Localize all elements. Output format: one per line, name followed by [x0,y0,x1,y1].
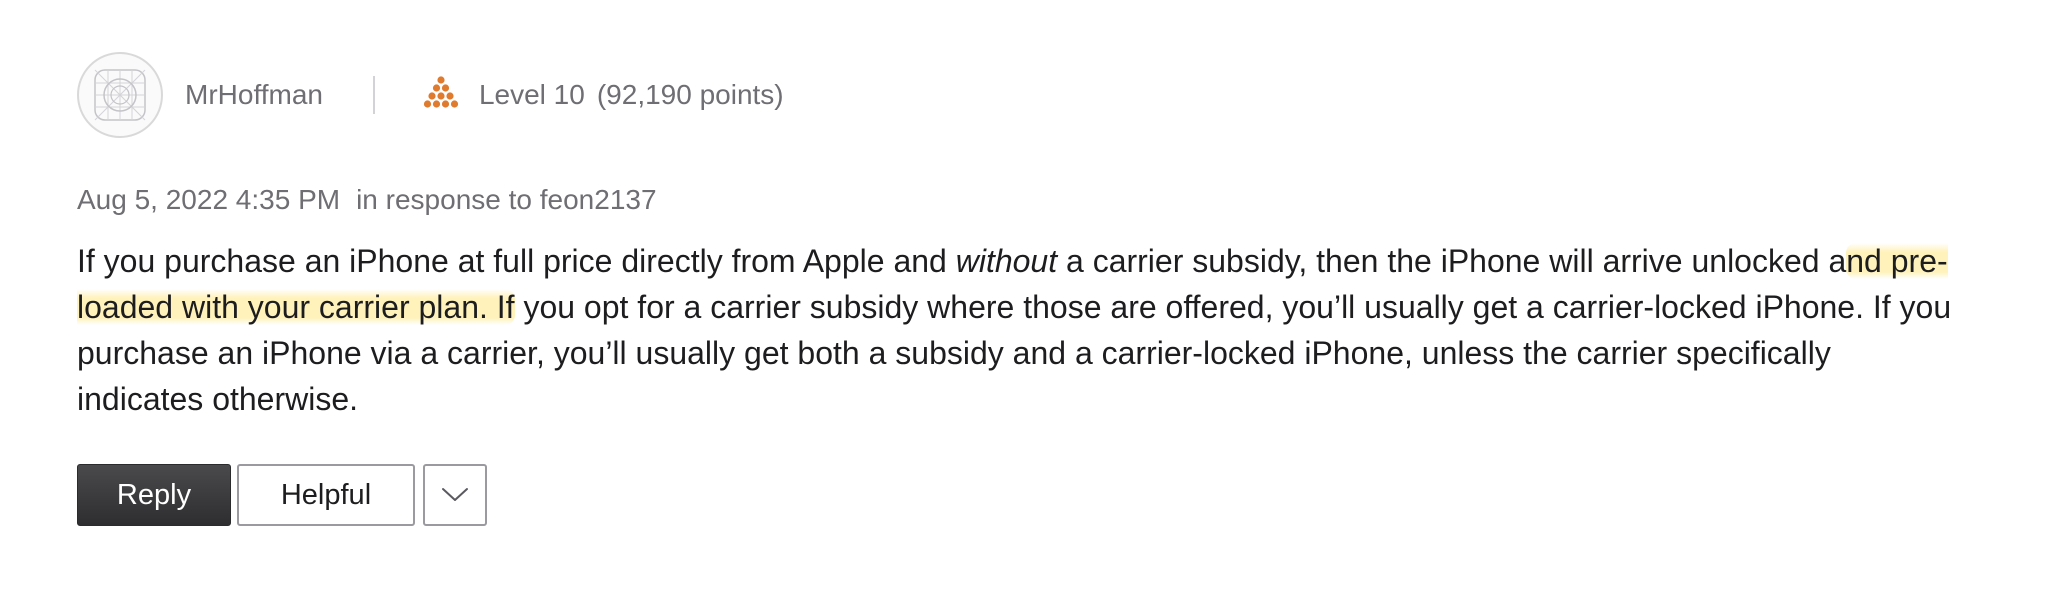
post-actions: Reply Helpful [77,464,1977,526]
level-badge-icon [423,76,459,108]
post-body: If you purchase an iPhone at full price … [77,238,1957,422]
response-to-user[interactable]: feon2137 [540,184,657,215]
divider [372,76,375,114]
default-avatar-icon [94,69,146,121]
chevron-down-icon [442,488,468,501]
author-name[interactable]: MrHoffman [185,79,323,111]
more-options-button[interactable] [423,464,487,526]
body-text-segment: If you purchase an iPhone at full price … [77,243,956,279]
body-italic-text: without [955,243,1058,279]
post-meta: Aug 5, 2022 4:35 PM in response to feon21… [77,184,1977,216]
user-level: Level 10 [478,79,585,110]
author-row: MrHoffman Level 10 (92,190 points) [77,50,1977,140]
reply-button[interactable]: Reply [77,464,231,526]
avatar[interactable] [77,52,163,138]
helpful-button[interactable]: Helpful [237,464,415,526]
post-date: Aug 5, 2022 4:35 PM [77,184,341,215]
body-text-segment: a carrier subsidy, then the iPhone will … [1057,243,1847,279]
community-post: MrHoffman Level 10 (92,190 points) Aug 5… [77,50,1977,526]
response-prefix: in response to [356,184,532,215]
user-points: (92,190 points) [596,79,784,110]
